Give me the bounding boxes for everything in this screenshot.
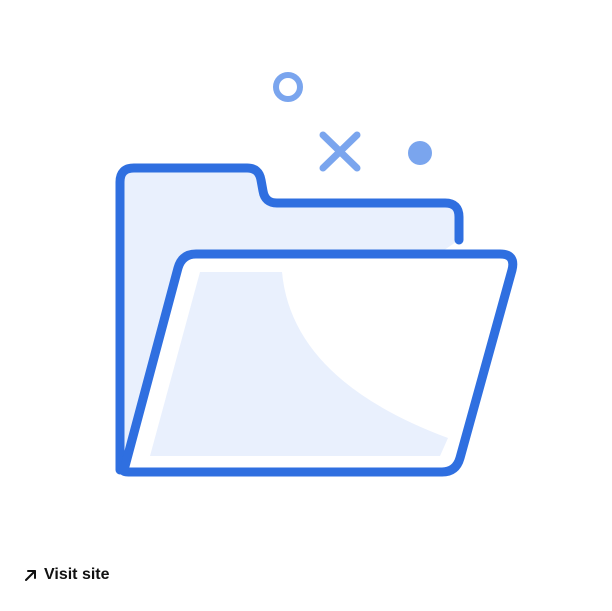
page: Visit site	[0, 0, 612, 611]
external-arrow-icon	[25, 570, 36, 581]
x-mark-icon	[319, 131, 361, 172]
dot-icon	[408, 141, 432, 165]
visit-site-link[interactable]: Visit site	[24, 566, 110, 584]
ring-icon	[273, 72, 303, 102]
empty-folder-illustration	[115, 72, 518, 477]
open-folder-icon	[115, 163, 518, 477]
visit-site-label: Visit site	[44, 566, 110, 583]
